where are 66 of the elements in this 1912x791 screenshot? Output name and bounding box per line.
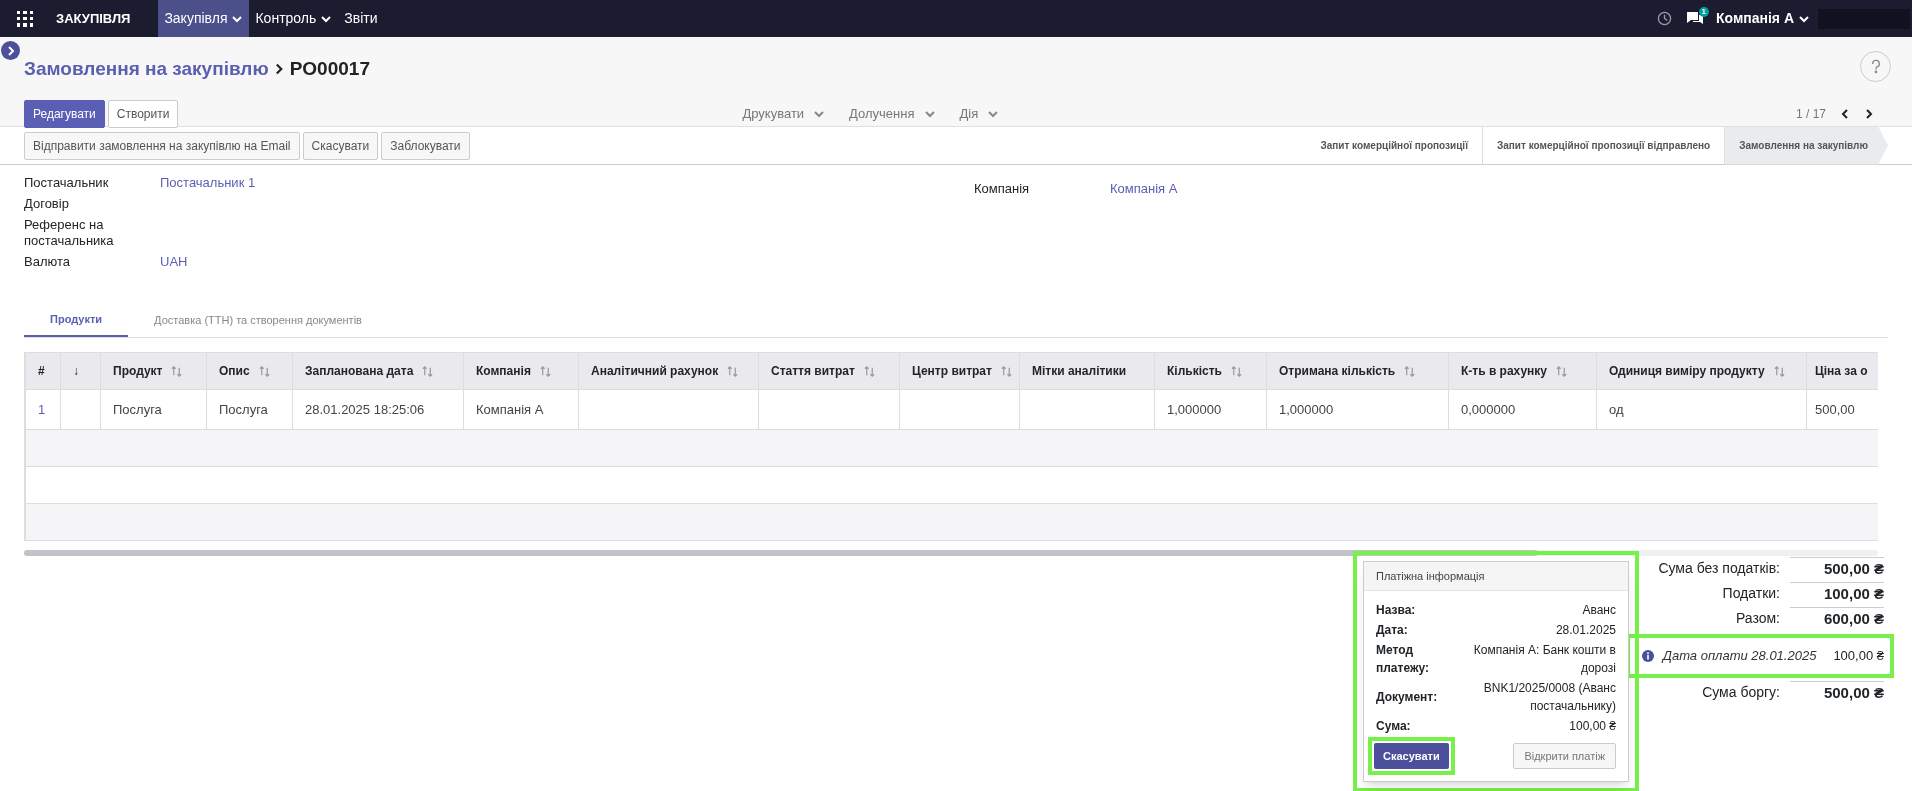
info-value: 100,00 ₴ (1568, 718, 1616, 735)
total-label: Сума без податків: (1658, 559, 1780, 578)
info-label: Метод платежу: (1376, 642, 1430, 677)
record-title: PO00017 (289, 57, 370, 81)
status-action-button[interactable]: Відправити замовлення на закупівлю на Email (24, 131, 300, 160)
info-value: BNK1/2025/0008 (Аванс постачальнику) (1482, 680, 1616, 715)
dropdown-button[interactable]: Долучення (849, 103, 936, 124)
menu-item[interactable]: Закупівля (158, 0, 250, 37)
total-value: 100,00 ₴ (1790, 581, 1884, 606)
table-cell: Компанія А (476, 401, 544, 417)
pager-value: 1 / 17 (1795, 105, 1826, 123)
table-cell: 28.01.2025 18:25:06 (305, 401, 425, 417)
status-stage[interactable]: Запит комерційної пропозиції відправлено (1482, 126, 1726, 165)
cancel-button[interactable]: Скасувати (1374, 743, 1449, 769)
table-cell: Послуга (113, 401, 162, 417)
tab[interactable]: Продукти (24, 303, 129, 337)
table-cell: 1 (38, 401, 46, 417)
app-title: ЗАКУПІВЛЯ (56, 9, 131, 28)
info-value: 28.01.2025 (1554, 622, 1616, 639)
total-label: Сума боргу: (1702, 683, 1780, 702)
status-stage[interactable]: Замовлення на закупівлю (1725, 126, 1888, 165)
field-label: Компанія (974, 181, 1031, 197)
total-label: Податки: (1722, 584, 1780, 603)
field-label: Валюта (24, 254, 71, 270)
status-action-button[interactable]: Заблокувати (381, 131, 470, 160)
breadcrumb-link[interactable]: Замовлення на закупівлю (24, 55, 269, 84)
create-button[interactable]: Створити (107, 99, 179, 128)
table-cell: Послуга (219, 401, 268, 417)
field-label: Договір (24, 196, 70, 212)
notification-badge: 1 (1698, 6, 1709, 17)
total-value: 500,00 ₴ (1790, 556, 1884, 581)
column-header[interactable]: ↓ (73, 362, 79, 380)
status-stage[interactable]: Запит комерційної пропозиції (1306, 126, 1483, 165)
info-value: Компанія А: Банк кошти в дорозі (1472, 642, 1616, 677)
menu-item[interactable]: Контроль (249, 0, 339, 37)
status-action-button[interactable]: Скасувати (302, 131, 379, 160)
info-label: Дата: (1376, 622, 1409, 639)
menu-item[interactable]: Звіти (338, 0, 384, 37)
info-label: Сума: (1376, 718, 1412, 735)
column-header[interactable]: Опис (219, 362, 250, 380)
dropdown-button[interactable]: Друкувати (742, 103, 826, 124)
total-label: Разом: (1735, 609, 1780, 628)
info-label: Документ: (1376, 689, 1439, 706)
total-value: 600,00 ₴ (1790, 606, 1884, 631)
field-value-link[interactable]: Постачальник 1 (160, 175, 256, 191)
info-label: Назва: (1376, 602, 1417, 619)
total-value: 500,00 ₴ (1790, 680, 1884, 705)
payment-date-text: Дата оплати 28.01.2025 (1662, 647, 1817, 666)
field-value-link[interactable]: Компанія А (1110, 181, 1178, 197)
info-value: Аванс (1581, 602, 1616, 619)
open-payment-button[interactable]: Відкрити платіж (1513, 743, 1616, 769)
payment-amount: 100,00 ₴ (1833, 647, 1884, 666)
table-cell: 1,000000 (1279, 401, 1334, 417)
company-switcher[interactable]: Компанія А (1715, 8, 1810, 29)
edit-button[interactable]: Редагувати (24, 99, 105, 128)
popover-title: Платіжна інформація (1364, 562, 1628, 591)
table-cell: 1,000000 (1167, 401, 1222, 417)
table-cell: 0,000000 (1461, 401, 1516, 417)
table-cell: 500,00 (1815, 401, 1855, 417)
field-value-link[interactable]: UAH (160, 254, 188, 270)
column-header[interactable]: # (38, 362, 45, 380)
field-label: Референс на постачальника (24, 217, 115, 249)
dropdown-button[interactable]: Дія (959, 103, 1000, 124)
field-label: Постачальник (24, 175, 110, 191)
tab[interactable]: Доставка (ТТН) та створення документів (128, 303, 388, 337)
table-cell: од (1609, 401, 1624, 417)
